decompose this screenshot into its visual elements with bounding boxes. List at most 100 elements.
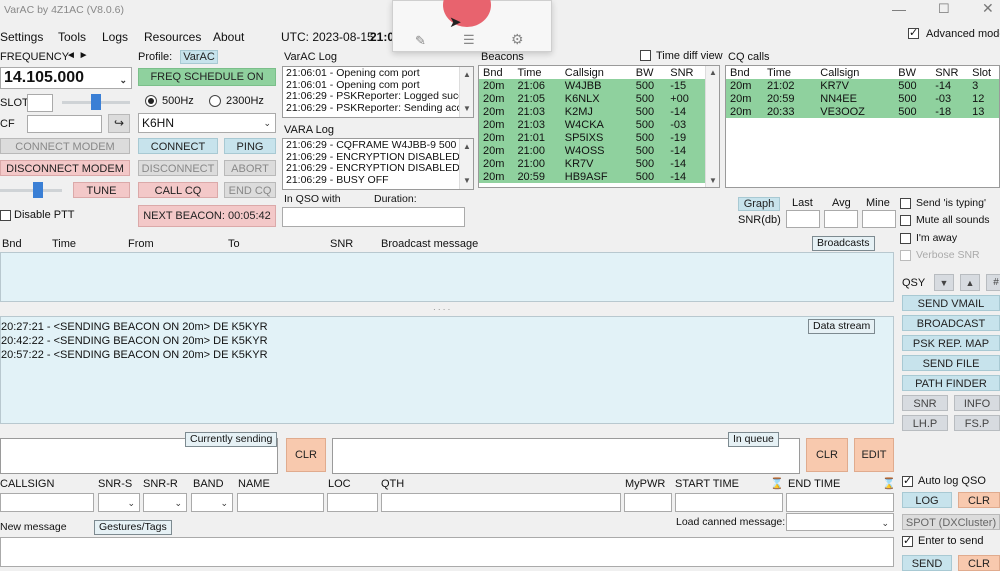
table-row[interactable]: 20m 21:00 W4OSS 500 -14 — [479, 144, 705, 157]
disconnect-button[interactable]: DISCONNECT — [138, 160, 218, 176]
beacons-scrollbar[interactable]: ▲ ▼ — [705, 66, 719, 187]
slot-input[interactable] — [27, 94, 53, 112]
frequency-arrows-icon[interactable]: ◄ ► — [66, 50, 89, 61]
psk-map-button[interactable]: PSK REP. MAP — [902, 335, 1000, 351]
log-clear-button[interactable]: CLR — [958, 492, 1000, 508]
broadcasts-tag[interactable]: Broadcasts — [812, 236, 875, 251]
qsy-down-button[interactable]: ▼ — [934, 274, 954, 291]
menu-about[interactable]: About — [213, 30, 244, 44]
send-typing-checkbox[interactable] — [900, 198, 911, 209]
frequency-select[interactable]: 14.105.000 ⌄ — [0, 67, 132, 89]
log-scrollbar[interactable]: ▲ ▼ — [459, 139, 473, 189]
spot-dxcluster-button[interactable]: SPOT (DXCluster) — [902, 514, 1000, 530]
snr-s-select[interactable]: ⌄ — [98, 493, 140, 512]
bw-500-radio[interactable] — [145, 95, 157, 107]
advanced-mode-checkbox[interactable] — [908, 26, 919, 39]
edit-queue-button[interactable]: EDIT — [854, 438, 894, 472]
snr-button[interactable]: SNR — [902, 395, 948, 411]
time-diff-checkbox[interactable] — [640, 50, 651, 61]
disable-ptt-checkbox[interactable] — [0, 210, 11, 221]
menu-tools[interactable]: Tools — [58, 30, 86, 44]
col-header[interactable]: From — [128, 238, 154, 250]
log-button[interactable]: LOG — [902, 492, 952, 508]
table-row[interactable]: 20m 20:59 NN4EE 500 -03 12 — [726, 92, 999, 105]
qsy-hash-button[interactable]: # — [986, 274, 1000, 291]
info-button[interactable]: INFO — [954, 395, 1000, 411]
col-header[interactable]: Time — [763, 66, 816, 79]
col-header[interactable]: Time — [52, 238, 76, 250]
log-scrollbar[interactable]: ▲ ▼ — [459, 67, 473, 117]
minimize-icon[interactable]: — — [892, 1, 906, 17]
message-clear-button[interactable]: CLR — [958, 555, 1000, 571]
col-header[interactable]: Callsign — [816, 66, 894, 79]
menu-settings[interactable]: Settings — [0, 30, 43, 44]
table-row[interactable]: 20m 20:33 VE3OOZ 500 -18 13 — [726, 105, 999, 118]
start-time-input[interactable] — [675, 493, 783, 512]
graph-button[interactable]: Graph — [738, 197, 780, 211]
gear-icon[interactable]: ⚙ — [511, 31, 524, 48]
varac-log-box[interactable]: 21:06:01 - Opening com port 21:06:01 - O… — [282, 66, 474, 118]
menu-logs[interactable]: Logs — [102, 30, 128, 44]
cf-input[interactable] — [27, 115, 102, 133]
connect-modem-button[interactable]: CONNECT MODEM — [0, 138, 130, 154]
end-cq-button[interactable]: END CQ — [224, 182, 276, 198]
gestures-tags-button[interactable]: Gestures/Tags — [94, 520, 172, 535]
freq-schedule-button[interactable]: FREQ SCHEDULE ON — [138, 68, 276, 86]
name-input[interactable] — [237, 493, 324, 512]
close-icon[interactable]: ✕ — [982, 0, 994, 17]
table-row[interactable]: 20m 21:06 W4JBB 500 -15 — [479, 79, 705, 92]
list-icon[interactable]: ☰ — [463, 32, 475, 48]
col-header[interactable]: Bnd — [726, 66, 763, 79]
broadcast-area[interactable] — [0, 252, 894, 302]
table-row[interactable]: 20m 20:59 HB9ASF 500 -14 — [479, 170, 705, 183]
col-header[interactable]: To — [228, 238, 240, 250]
loc-input[interactable] — [327, 493, 378, 512]
data-stream-area[interactable]: 20:27:21 - <SENDING BEACON ON 20m> DE K5… — [0, 316, 894, 424]
col-header[interactable]: Bnd — [2, 238, 22, 250]
splitter-handle[interactable]: · · · · — [433, 305, 450, 314]
snr-r-select[interactable]: ⌄ — [143, 493, 187, 512]
profile-name-button[interactable]: VarAC — [180, 50, 218, 64]
clear-queue-button[interactable]: CLR — [806, 438, 848, 472]
send-file-button[interactable]: SEND FILE — [902, 355, 1000, 371]
table-row[interactable]: 20m 21:02 KR7V 500 -14 3 — [726, 79, 999, 92]
col-header[interactable]: SNR — [931, 66, 968, 79]
im-away-checkbox[interactable] — [900, 233, 911, 244]
auto-log-checkbox[interactable] — [902, 474, 913, 487]
maximize-icon[interactable]: ☐ — [938, 1, 950, 17]
cf-apply-button[interactable]: ↪ — [108, 114, 130, 133]
disconnect-modem-button[interactable]: DISCONNECT MODEM — [0, 160, 130, 176]
hourglass-icon[interactable]: ⌛ — [882, 477, 896, 490]
edit-icon[interactable]: ✎ — [415, 33, 426, 49]
col-header[interactable]: BW — [632, 66, 666, 79]
beacons-table[interactable]: Bnd Time Callsign BW SNR 20m 21:06 W4JBB 50… — [478, 65, 720, 188]
end-time-input[interactable] — [786, 493, 894, 512]
menu-resources[interactable]: Resources — [144, 30, 201, 44]
col-header[interactable]: SNR — [666, 66, 705, 79]
col-header[interactable]: BW — [894, 66, 931, 79]
table-row[interactable]: 20m 21:03 K2MJ 500 -14 — [479, 105, 705, 118]
tune-slider-track[interactable] — [0, 189, 62, 192]
tune-slider-thumb[interactable] — [33, 182, 43, 198]
verbose-snr-checkbox[interactable] — [900, 250, 911, 261]
ping-button[interactable]: PING — [224, 138, 276, 154]
callsign-input[interactable] — [0, 493, 94, 512]
clear-sending-button[interactable]: CLR — [286, 438, 326, 472]
broadcast-button[interactable]: BROADCAST — [902, 315, 1000, 331]
col-header[interactable]: Slot — [968, 66, 999, 79]
table-row[interactable]: 20m 21:00 KR7V 500 -14 — [479, 157, 705, 170]
call-cq-button[interactable]: CALL CQ — [138, 182, 218, 198]
abort-button[interactable]: ABORT — [224, 160, 276, 176]
connect-button[interactable]: CONNECT — [138, 138, 218, 154]
slot-slider-thumb[interactable] — [91, 94, 101, 110]
col-header[interactable]: SNR — [330, 238, 353, 250]
lhp-button[interactable]: LH.P — [902, 415, 948, 431]
next-beacon-button[interactable]: NEXT BEACON: 00:05:42 — [138, 205, 276, 227]
bw-2300-radio[interactable] — [209, 95, 221, 107]
mute-sounds-checkbox[interactable] — [900, 215, 911, 226]
new-message-input[interactable] — [0, 537, 894, 567]
band-select[interactable]: ⌄ — [191, 493, 233, 512]
col-header[interactable]: Callsign — [561, 66, 632, 79]
qsy-up-button[interactable]: ▲ — [960, 274, 980, 291]
target-callsign-select[interactable]: K6HN ⌄ — [138, 113, 276, 133]
